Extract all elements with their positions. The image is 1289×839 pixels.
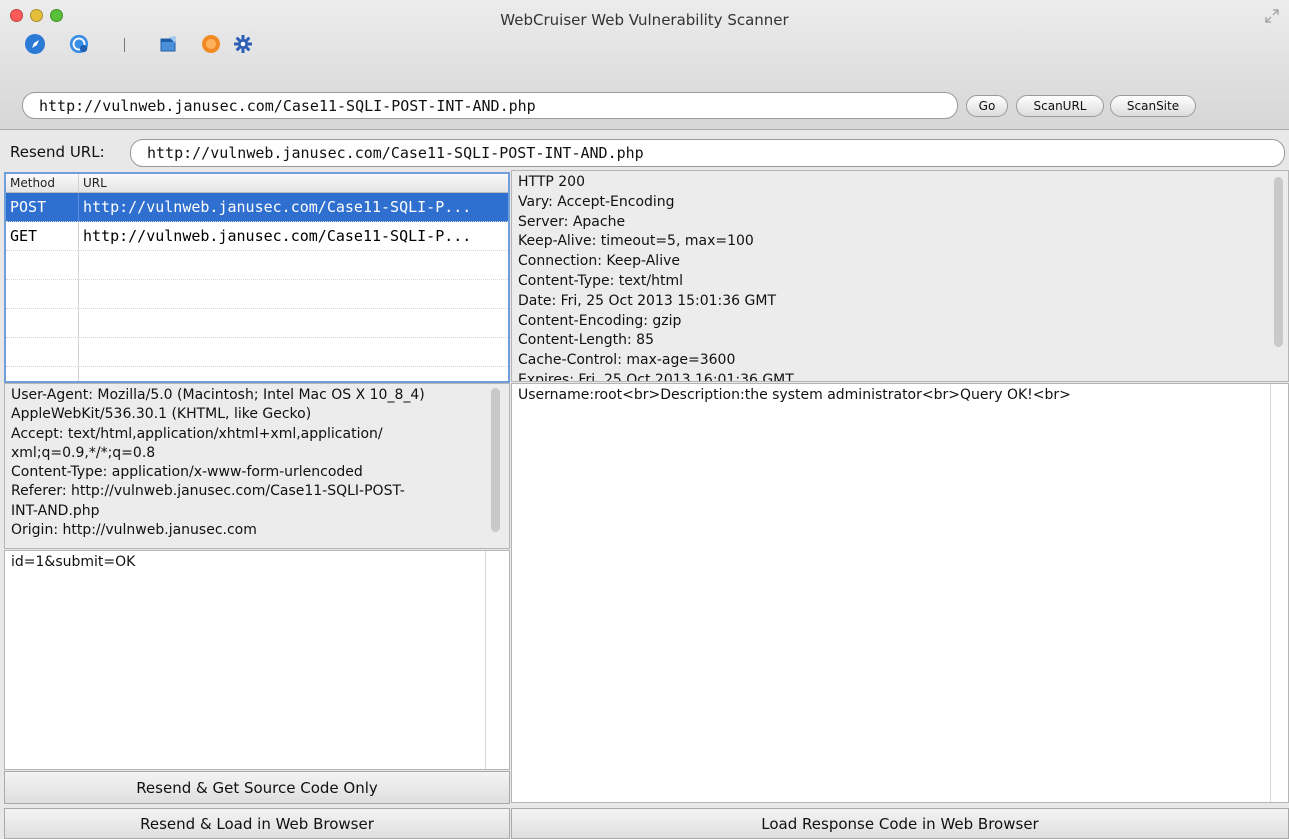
resend-url-input[interactable]: http://vulnweb.janusec.com/Case11-SQLI-P… — [130, 139, 1285, 167]
request-table: Method URL POST http://vulnweb.janusec.c… — [4, 172, 510, 383]
resend-source-button[interactable]: Resend & Get Source Code Only — [4, 771, 510, 804]
empty-row — [6, 367, 508, 381]
empty-row — [6, 280, 508, 309]
compass-icon[interactable] — [24, 33, 46, 55]
row-url: http://vulnweb.janusec.com/Case11-SQLI-P… — [83, 227, 472, 245]
scan-url-button[interactable]: ScanURL — [1016, 95, 1104, 117]
response-headers-text: HTTP 200 Vary: Accept-Encoding Server: A… — [518, 174, 794, 382]
resend-browser-button[interactable]: Resend & Load in Web Browser — [4, 808, 510, 839]
fullscreen-icon[interactable] — [1265, 8, 1279, 23]
window-title: WebCruiser Web Vulnerability Scanner — [500, 11, 789, 29]
scrollbar-thumb[interactable] — [1274, 177, 1283, 347]
scrollbar-track — [1270, 384, 1271, 802]
go-button[interactable]: Go — [966, 95, 1008, 117]
empty-row — [6, 309, 508, 338]
gear-icon[interactable] — [232, 33, 254, 55]
request-headers-text: User-Agent: Mozilla/5.0 (Macintosh; Inte… — [11, 387, 425, 539]
response-body-text: Username:root<br>Description:the system … — [518, 387, 1071, 403]
url-input[interactable]: http://vulnweb.janusec.com/Case11-SQLI-P… — [22, 92, 958, 119]
record-icon[interactable] — [200, 33, 222, 55]
row-method: GET — [6, 222, 79, 250]
scan-site-button[interactable]: ScanSite — [1110, 95, 1196, 117]
table-header: Method URL — [6, 174, 508, 193]
empty-row — [6, 251, 508, 280]
request-headers-pane[interactable]: User-Agent: Mozilla/5.0 (Macintosh; Inte… — [4, 383, 510, 549]
table-row[interactable]: POST http://vulnweb.janusec.com/Case11-S… — [6, 193, 508, 222]
row-url: http://vulnweb.janusec.com/Case11-SQLI-P… — [83, 198, 472, 216]
request-body-text: id=1&submit=OK — [11, 554, 136, 570]
response-headers-pane[interactable]: HTTP 200 Vary: Accept-Encoding Server: A… — [511, 170, 1289, 382]
url-column-header[interactable]: URL — [79, 174, 508, 192]
response-body-pane[interactable]: Username:root<br>Description:the system … — [511, 383, 1289, 803]
scrollbar-track — [485, 551, 486, 769]
load-response-button[interactable]: Load Response Code in Web Browser — [511, 808, 1289, 839]
refresh-globe-icon[interactable] — [68, 33, 90, 55]
resend-url-label: Resend URL: — [10, 143, 105, 161]
row-method: POST — [6, 193, 79, 221]
empty-row — [6, 338, 508, 367]
toolbar-separator — [124, 38, 125, 52]
scrollbar-thumb[interactable] — [491, 388, 500, 532]
table-row[interactable]: GET http://vulnweb.janusec.com/Case11-SQ… — [6, 222, 508, 251]
request-body-pane[interactable]: id=1&submit=OK — [4, 550, 510, 770]
method-column-header[interactable]: Method — [6, 174, 79, 192]
window-edit-icon[interactable] — [158, 33, 180, 55]
